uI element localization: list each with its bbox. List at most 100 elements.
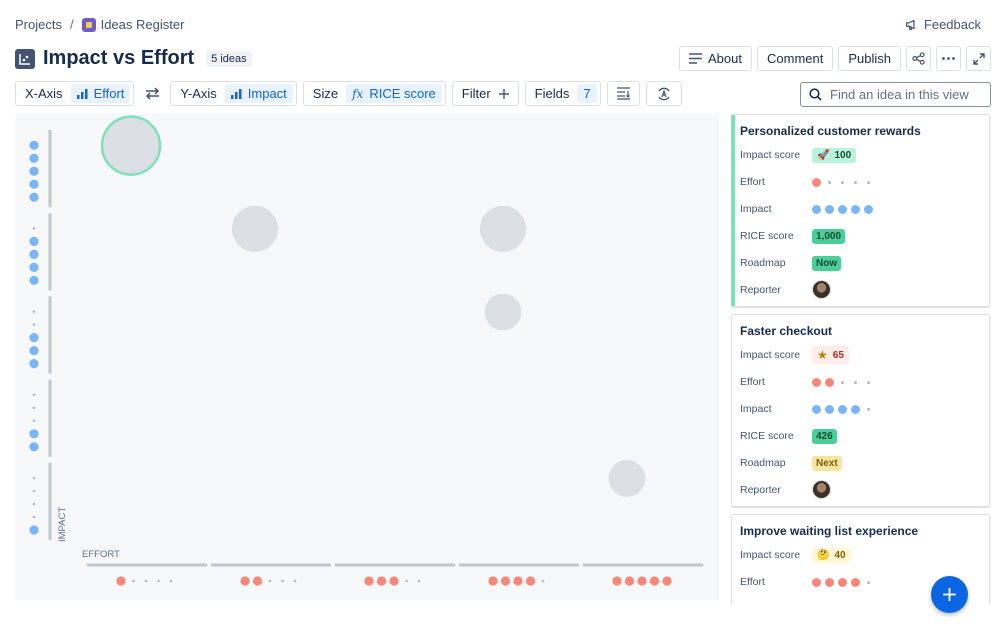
impact-rating	[812, 400, 873, 418]
size-selector[interactable]: Size fx RICE score	[302, 81, 446, 106]
rice-score-pill: 426	[812, 428, 837, 444]
y-level-dot-empty	[32, 419, 36, 423]
idea-bubble[interactable]	[608, 460, 646, 497]
field-label-impact: Impact	[740, 203, 772, 215]
idea-card[interactable]: Faster checkout Impact score ★ 65 Effort…	[731, 314, 990, 507]
plus-icon	[943, 588, 956, 601]
search-box[interactable]	[800, 82, 991, 107]
x-level-dot	[662, 576, 672, 586]
effort-rating	[812, 373, 873, 391]
breadcrumb-projects[interactable]: Projects	[15, 17, 62, 32]
view-toolbar: X-Axis Effort Y-Axis Impact Size fx RICE…	[15, 81, 682, 106]
idea-title: Personalized customer rewards	[740, 124, 921, 138]
breadcrumb-project[interactable]: Ideas Register	[81, 17, 184, 32]
x-level-dot-empty	[293, 579, 297, 583]
impact-score-value: 🚀 100	[812, 146, 857, 164]
x-level-dot	[612, 576, 622, 586]
x-level-dot-empty	[157, 579, 160, 583]
project-icon	[81, 17, 96, 32]
y-level-dot	[29, 179, 39, 189]
x-axis-selector[interactable]: X-Axis Effort	[15, 81, 135, 106]
bar-chart-icon	[230, 88, 242, 99]
list-settings-icon	[616, 87, 630, 100]
row-density-button[interactable]	[606, 81, 640, 106]
impact-rating	[812, 200, 873, 218]
impact-score-pill: 🚀 100	[812, 147, 857, 163]
x-level-dot-empty	[169, 579, 173, 583]
x-level-dot	[116, 576, 126, 586]
more-button[interactable]	[936, 46, 961, 71]
y-level-dot-empty	[32, 406, 36, 410]
y-level-dot-empty	[32, 489, 36, 493]
x-level-dot	[240, 576, 250, 586]
x-level-dot	[252, 576, 263, 586]
x-level-dot	[649, 576, 660, 586]
x-level-dot	[513, 576, 523, 586]
fields-button[interactable]: Fields 7	[524, 81, 601, 106]
fields-label: Fields	[534, 86, 570, 101]
auto-layout-button[interactable]	[645, 81, 682, 106]
field-label-rice: RICE score	[740, 430, 794, 442]
feedback-button[interactable]: Feedback	[905, 17, 981, 32]
y-level-dot	[29, 429, 39, 439]
idea-bubble[interactable]	[231, 205, 279, 252]
rating-dot-empty	[854, 380, 857, 384]
effort-rating	[812, 173, 873, 191]
idea-bubble-selected[interactable]	[100, 115, 162, 176]
field-label-effort: Effort	[740, 576, 765, 588]
rating-dot-empty	[867, 407, 870, 411]
y-level-dot-empty	[32, 502, 36, 506]
x-level-dot-empty	[281, 579, 284, 583]
swap-axes-button[interactable]	[140, 81, 164, 106]
field-label-roadmap: Roadmap	[740, 457, 786, 469]
y-level-dot-empty	[32, 310, 36, 313]
x-level-dot	[488, 576, 498, 586]
rating-dot-filled	[825, 377, 834, 387]
x-level-dot-empty	[144, 579, 148, 583]
rating-dot-empty	[841, 180, 844, 184]
x-level-dot	[525, 576, 536, 586]
x-level-dot	[364, 576, 374, 586]
fullscreen-button[interactable]	[966, 46, 991, 71]
filter-button[interactable]: Filter	[451, 81, 519, 106]
y-level-dot	[29, 166, 39, 176]
x-axis-value[interactable]: Effort	[70, 84, 131, 103]
roadmap-pill: Next	[812, 455, 842, 471]
y-level-dot	[29, 262, 39, 272]
x-level-dot-empty	[541, 579, 545, 583]
comment-button[interactable]: Comment	[757, 46, 834, 71]
share-button[interactable]	[906, 46, 931, 71]
y-level-dot	[29, 359, 39, 369]
field-label-effort: Effort	[740, 376, 765, 388]
publish-button[interactable]: Publish	[838, 46, 901, 71]
idea-bubble[interactable]	[479, 205, 527, 252]
create-idea-button[interactable]	[931, 576, 968, 613]
impact-score-text: 65	[832, 349, 844, 361]
avatar[interactable]	[812, 279, 831, 299]
idea-count-badge: 5 ideas	[206, 50, 252, 67]
y-level-dot	[29, 346, 39, 356]
plus-icon	[498, 88, 509, 99]
search-input[interactable]	[830, 87, 980, 102]
y-level-dot	[29, 275, 39, 285]
idea-card[interactable]: Personalized customer rewards Impact sco…	[731, 114, 990, 307]
rating-dot-filled	[838, 577, 847, 587]
x-axis-label: X-Axis	[25, 86, 63, 101]
rating-dot-empty	[841, 380, 844, 384]
filter-label: Filter	[461, 86, 491, 101]
size-value[interactable]: fx RICE score	[346, 84, 442, 103]
idea-title: Improve waiting list experience	[740, 524, 919, 538]
idea-bubble[interactable]	[484, 293, 522, 331]
rating-dot-filled	[851, 204, 860, 214]
y-axis-selector[interactable]: Y-Axis Impact	[170, 81, 297, 106]
rice-score-pill: 1,000	[812, 228, 846, 244]
about-button[interactable]: About	[679, 46, 752, 71]
rating-dot-filled	[851, 404, 860, 414]
ai-spark-icon	[658, 87, 670, 100]
y-axis-value[interactable]: Impact	[224, 84, 293, 103]
y-level-dot	[29, 236, 39, 246]
formula-icon: fx	[352, 86, 364, 101]
avatar[interactable]	[812, 479, 831, 499]
field-label-impact-score: Impact score	[740, 149, 801, 161]
chart-svg: EFFORT IMPACT	[29, 115, 703, 586]
